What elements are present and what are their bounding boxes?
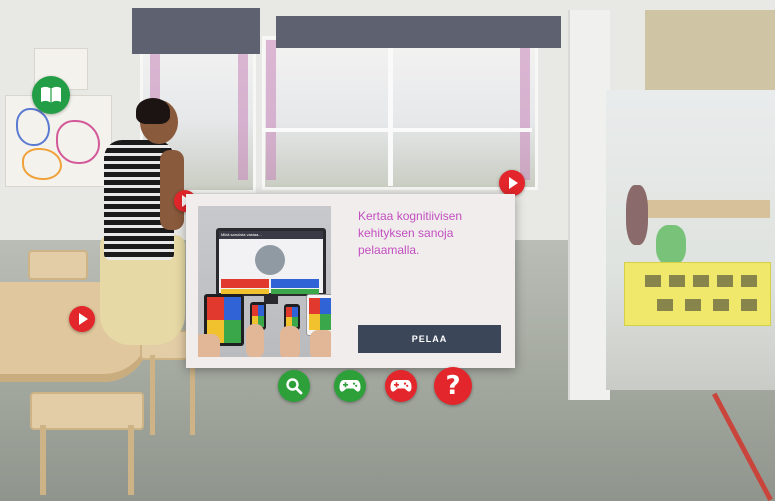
help-icon: ?	[445, 371, 461, 401]
hand-illustration	[280, 326, 300, 357]
gamepad-icon	[390, 380, 412, 392]
window-mullion	[262, 128, 532, 132]
chair	[28, 250, 88, 280]
chair-leg	[40, 425, 46, 495]
chair-leg	[128, 425, 134, 495]
info-popup: Mikä sanoista vastaa... Kertaa kognitiiv…	[186, 194, 515, 368]
game-preview-image: Mikä sanoista vastaa...	[198, 206, 331, 357]
curtain	[238, 40, 248, 180]
window-blind	[645, 10, 775, 90]
info-text: Kertaa kognitiivisen kehityksen sanoja p…	[358, 209, 463, 257]
hand-illustration	[198, 334, 220, 357]
preview-question: Mikä sanoista vastaa...	[221, 232, 262, 237]
hand-illustration	[310, 330, 331, 357]
game-button-alt[interactable]	[385, 370, 417, 402]
teacher	[136, 98, 170, 124]
book-icon	[41, 86, 61, 103]
hotspot-play-button[interactable]	[69, 306, 95, 332]
gamepad-icon	[339, 380, 361, 392]
window-blind	[132, 8, 260, 54]
hand-illustration	[246, 324, 264, 357]
window-mullion	[388, 36, 393, 186]
window-blind	[276, 16, 561, 48]
play-icon	[79, 313, 88, 325]
hotspot-play-button[interactable]	[499, 170, 525, 196]
window-center	[262, 36, 538, 190]
search-button[interactable]	[278, 370, 310, 402]
picture-board	[624, 262, 771, 326]
game-button[interactable]	[334, 370, 366, 402]
play-game-button[interactable]: PELAA	[358, 325, 501, 353]
door-frame	[568, 10, 610, 400]
curtain	[520, 40, 530, 180]
chair	[30, 392, 144, 430]
curtain	[266, 40, 276, 180]
chair-leg	[150, 355, 155, 435]
play-icon	[509, 177, 518, 189]
toy-shelf	[640, 200, 770, 218]
help-button[interactable]: ?	[434, 367, 472, 405]
monitor-illustration: Mikä sanoista vastaa...	[216, 228, 326, 296]
child	[626, 185, 648, 245]
search-icon	[286, 378, 303, 395]
child	[656, 225, 686, 265]
book-button[interactable]	[32, 76, 70, 114]
